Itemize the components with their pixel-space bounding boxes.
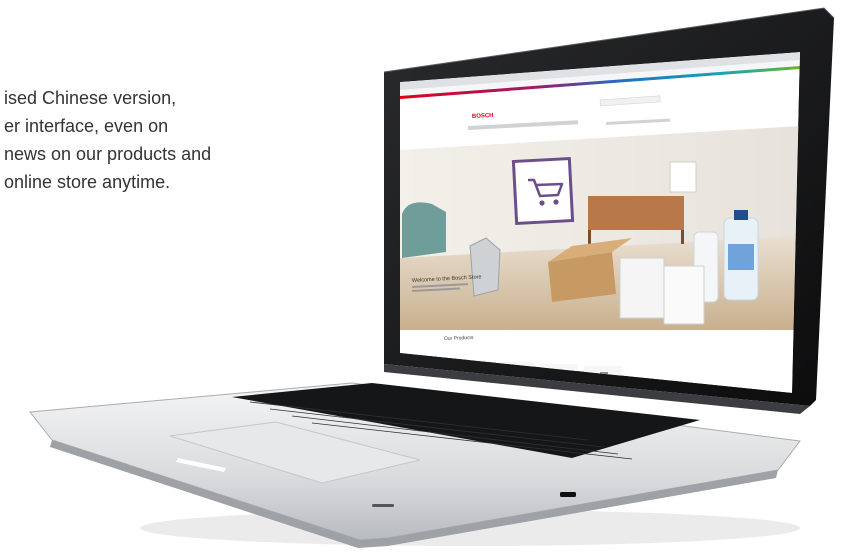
product-pack-2: [663, 265, 705, 325]
screen: BOSCH Welcome to the Bosch Store Our Pro…: [400, 52, 800, 393]
figurine: [469, 237, 501, 297]
site-logo: BOSCH: [472, 113, 494, 120]
cart-icon: [511, 157, 575, 225]
laptop-illustration: BOSCH Welcome to the Bosch Store Our Pro…: [29, 7, 835, 548]
front-port: [560, 492, 576, 497]
product-pack-1: [619, 257, 665, 319]
wall-picture: [669, 161, 697, 193]
notch: [372, 504, 394, 507]
products-section-title: Our Products: [444, 335, 474, 342]
sofa: [402, 202, 446, 258]
sideboard: [588, 196, 684, 230]
